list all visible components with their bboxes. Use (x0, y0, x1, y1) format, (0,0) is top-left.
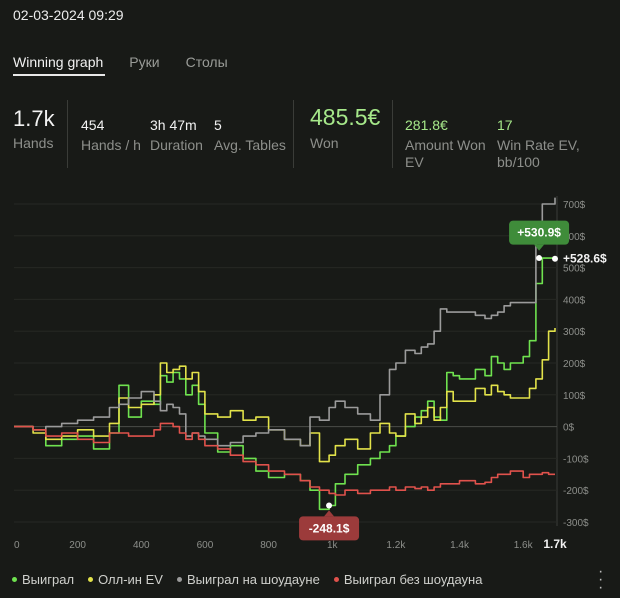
tab-bar: Winning graph Руки Столы (13, 54, 228, 70)
tab-hands[interactable]: Руки (129, 54, 159, 70)
legend-dot-icon (88, 577, 94, 582)
stat-hands-per-hour: 454 Hands / h (81, 117, 141, 154)
stat-divider (392, 100, 393, 168)
y-tick-label: 400$ (563, 295, 586, 306)
stat-amount-won-ev-label-2: EV (405, 154, 424, 170)
badge-label: +530.9$ (517, 226, 561, 240)
x-tick-label: 800 (260, 540, 277, 551)
winning-graph-chart[interactable]: 700$600$500$400$300$200$100$0$-100$-200$… (0, 188, 620, 560)
x-end-label: 1.7k (543, 537, 567, 551)
endpoint-label: +528.6$ (563, 252, 607, 266)
y-tick-label: -200$ (563, 486, 589, 497)
chart-legend: Выиграл Олл-ин EV Выиграл на шоудауне Вы… (12, 572, 482, 587)
stat-avg-tables-value: 5 (214, 117, 222, 133)
tab-tables[interactable]: Столы (186, 54, 228, 70)
stat-win-rate-ev-label-1: Win Rate EV, (497, 137, 580, 153)
stat-divider (67, 100, 68, 168)
x-tick-label: 1.6k (514, 540, 534, 551)
y-tick-label: 0$ (563, 423, 575, 434)
series-line (14, 197, 556, 447)
x-tick-label: 1.2k (386, 540, 406, 551)
x-tick-label: 1.4k (450, 540, 470, 551)
y-tick-label: 700$ (563, 200, 586, 211)
stat-win-rate-ev-value: 17 (497, 117, 513, 133)
stat-hands-value: 1.7k (13, 106, 55, 131)
stat-won-value: 485.5€ (310, 104, 381, 130)
stat-duration: 3h 47m Duration (150, 117, 203, 154)
x-tick-label: 0 (14, 540, 20, 551)
legend-item-won[interactable]: Выиграл (12, 572, 74, 587)
legend-dot-icon (12, 577, 17, 582)
stat-win-rate-ev-label-2: bb/100 (497, 154, 540, 170)
x-tick-label: 1k (327, 540, 339, 551)
badge-pointer (324, 510, 335, 517)
legend-item-showdown[interactable]: Выиграл на шоудауне (176, 572, 320, 587)
stat-amount-won-ev-label-1: Amount Won (405, 137, 486, 153)
y-tick-label: -100$ (563, 454, 589, 465)
session-datetime: 02-03-2024 09:29 (13, 7, 124, 23)
legend-label: Выиграл на шоудауне (186, 572, 320, 587)
stat-divider (293, 100, 294, 168)
endpoint-marker (552, 255, 558, 262)
stat-hands: 1.7k Hands (13, 106, 55, 152)
y-tick-label: 100$ (563, 391, 586, 402)
y-tick-label: -300$ (563, 518, 589, 529)
stat-win-rate-ev: 17 Win Rate EV, bb/100 (497, 117, 580, 171)
x-tick-label: 200 (69, 540, 86, 551)
point-marker (326, 502, 333, 509)
vertical-dots-icon[interactable]: · · · (598, 564, 603, 596)
legend-label: Олл-ин EV (98, 572, 163, 587)
stat-amount-won-ev-value: 281.8€ (405, 117, 448, 133)
tab-winning-graph[interactable]: Winning graph (13, 54, 103, 70)
stat-hands-label: Hands (13, 135, 54, 151)
y-tick-label: 300$ (563, 327, 586, 338)
stat-hands-per-hour-label: Hands / h (81, 137, 141, 153)
point-marker (536, 255, 543, 262)
badge-label: -248.1$ (309, 521, 350, 535)
legend-dot-icon (176, 577, 182, 582)
stat-avg-tables: 5 Avg. Tables (214, 117, 286, 154)
stat-hands-per-hour-value: 454 (81, 117, 105, 133)
stat-amount-won-ev: 281.8€ Amount Won EV (405, 117, 486, 171)
x-tick-label: 400 (133, 540, 150, 551)
stat-avg-tables-label: Avg. Tables (214, 137, 286, 153)
stat-won-label: Won (310, 135, 339, 151)
legend-item-non-showdown[interactable]: Выиграл без шоудауна (333, 572, 483, 587)
y-tick-label: 200$ (563, 359, 586, 370)
stat-won: 485.5€ Won (310, 104, 380, 152)
legend-label: Выиграл без шоудауна (343, 572, 483, 587)
stat-duration-value: 3h 47m (150, 117, 197, 133)
legend-item-allin-ev[interactable]: Олл-ин EV (88, 572, 163, 587)
active-tab-indicator (13, 74, 105, 76)
stat-duration-label: Duration (150, 137, 203, 153)
x-tick-label: 600 (197, 540, 214, 551)
legend-dot-icon (333, 577, 339, 582)
legend-label: Выиграл (22, 572, 75, 587)
